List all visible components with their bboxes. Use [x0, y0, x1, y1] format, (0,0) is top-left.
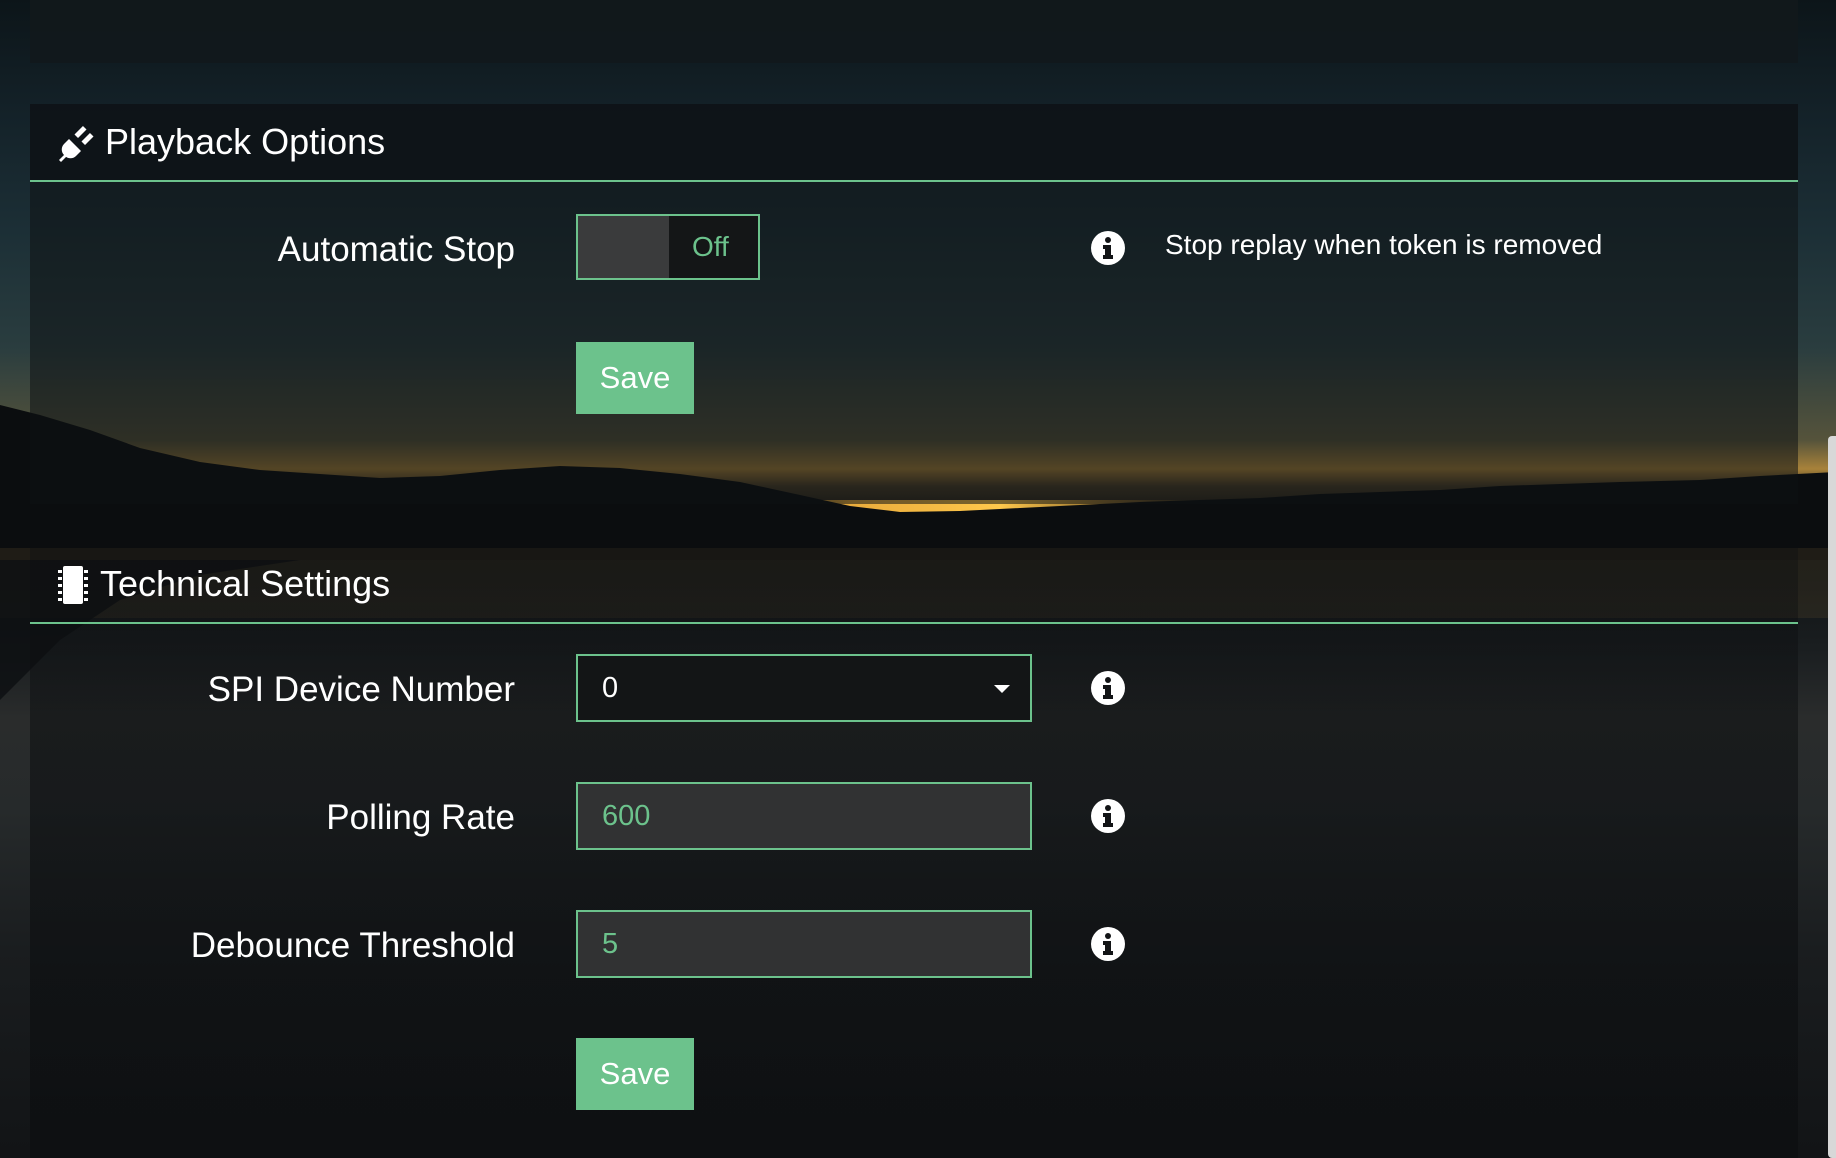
panel-title: Playback Options — [105, 121, 386, 162]
technical-settings-panel: Technical Settings SPI Device Number 0 P… — [30, 548, 1798, 1158]
toggle-knob — [578, 216, 669, 278]
info-icon[interactable] — [1091, 927, 1125, 961]
plug-icon — [58, 124, 96, 167]
technical-save-button[interactable]: Save — [576, 1038, 694, 1110]
playback-save-button[interactable]: Save — [576, 342, 694, 414]
debounce-threshold-label: Debounce Threshold — [190, 926, 515, 965]
automatic-stop-toggle[interactable]: Off — [576, 214, 760, 280]
playback-options-panel: Playback Options Automatic Stop Off Stop… — [30, 104, 1798, 504]
technical-settings-header: Technical Settings — [30, 548, 1798, 624]
polling-rate-label: Polling Rate — [326, 798, 515, 837]
page-scrollbar[interactable] — [1828, 436, 1836, 1158]
toggle-state-text: Off — [692, 231, 729, 262]
panel-title: Technical Settings — [100, 563, 391, 604]
microchip-icon — [58, 566, 88, 609]
automatic-stop-help-text: Stop replay when token is removed — [1165, 229, 1603, 260]
caret-down-icon — [994, 685, 1010, 693]
spi-device-number-select[interactable]: 0 — [576, 654, 1032, 722]
polling-rate-input[interactable]: 600 — [576, 782, 1032, 850]
info-icon[interactable] — [1091, 671, 1125, 705]
info-icon[interactable] — [1091, 231, 1125, 265]
info-icon[interactable] — [1091, 799, 1125, 833]
spi-device-number-label: SPI Device Number — [207, 670, 515, 709]
top-panel — [30, 0, 1798, 63]
spi-device-number-value: 0 — [602, 672, 619, 704]
playback-options-header: Playback Options — [30, 104, 1798, 182]
automatic-stop-label: Automatic Stop — [277, 230, 515, 269]
debounce-threshold-input[interactable]: 5 — [576, 910, 1032, 978]
